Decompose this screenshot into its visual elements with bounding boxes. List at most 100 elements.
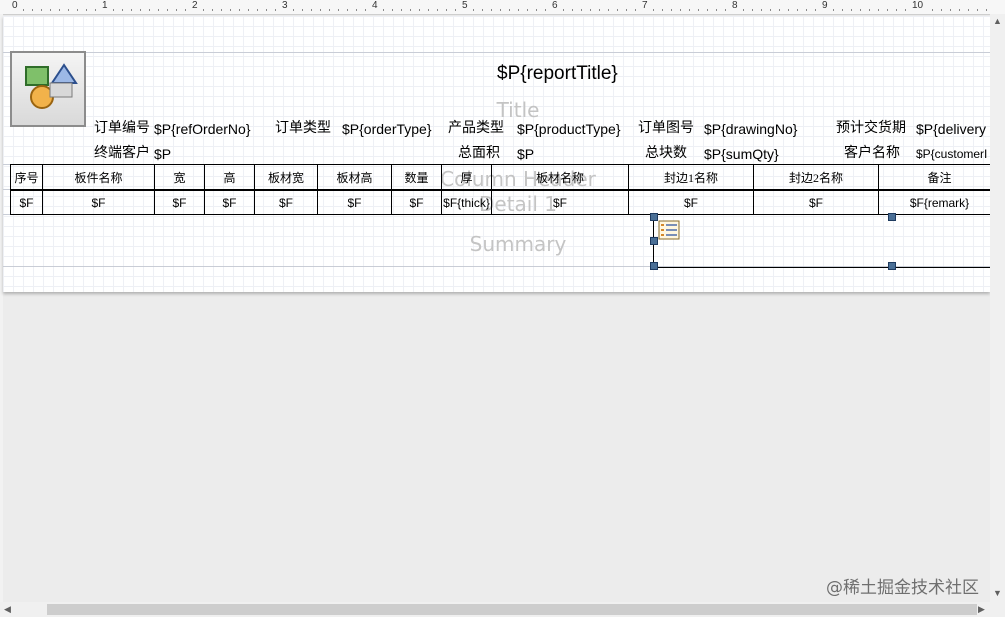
- col-header-part-name[interactable]: 板件名称: [42, 164, 155, 190]
- col-header-width[interactable]: 宽: [154, 164, 205, 190]
- detail-field-part-name[interactable]: $F: [42, 190, 155, 215]
- ruler-tick: [545, 9, 546, 11]
- ruler-tick: [257, 9, 258, 11]
- detail-field-height[interactable]: $F: [204, 190, 255, 215]
- vertical-scrollbar[interactable]: ▲ ▼: [990, 14, 1005, 602]
- detail-field-remark[interactable]: $F{remark}: [878, 190, 990, 215]
- ruler-tick: [896, 9, 897, 11]
- col-header-edge1[interactable]: 封边1名称: [628, 164, 754, 190]
- ruler-tick: [950, 9, 951, 11]
- ruler-number: 0: [11, 0, 19, 12]
- detail-field-board-width[interactable]: $F: [254, 190, 318, 215]
- subreport-element[interactable]: [653, 216, 990, 268]
- field-total-area[interactable]: $P: [517, 144, 534, 164]
- ruler-tick: [518, 9, 519, 11]
- ruler-number: 4: [371, 0, 379, 12]
- ruler-tick: [869, 9, 870, 11]
- image-element[interactable]: [10, 51, 86, 127]
- ruler-tick: [743, 9, 744, 11]
- col-header-qty[interactable]: 数量: [391, 164, 442, 190]
- ruler-tick: [761, 9, 762, 11]
- ruler-tick: [176, 9, 177, 11]
- arrow-left-icon[interactable]: ◀: [4, 604, 11, 615]
- ruler-tick: [932, 9, 933, 11]
- ruler-tick: [266, 9, 267, 11]
- ruler-tick: [491, 9, 492, 11]
- ruler-tick: [158, 9, 159, 11]
- ruler-tick: [806, 9, 807, 11]
- field-delivery[interactable]: $P{delivery: [916, 119, 986, 139]
- label-product-type[interactable]: 产品类型: [448, 119, 504, 139]
- detail-field-width[interactable]: $F: [154, 190, 205, 215]
- ruler-tick: [536, 9, 537, 11]
- arrow-up-icon[interactable]: ▲: [993, 16, 1002, 26]
- label-order-type[interactable]: 订单类型: [275, 119, 331, 139]
- resize-handle-bottom-middle[interactable]: [888, 262, 896, 270]
- detail-field-qty[interactable]: $F: [391, 190, 442, 215]
- ruler-tick: [230, 9, 231, 11]
- ruler-tick: [455, 9, 456, 11]
- col-header-thick[interactable]: 厚: [441, 164, 492, 190]
- ruler-tick: [338, 9, 339, 11]
- col-header-board-name[interactable]: 板材名称: [491, 164, 629, 190]
- col-header-index[interactable]: 序号: [10, 164, 43, 190]
- field-product-type[interactable]: $P{productType}: [517, 119, 621, 139]
- ruler-number: 8: [731, 0, 739, 12]
- field-order-type[interactable]: $P{orderType}: [342, 119, 432, 139]
- label-total-qty[interactable]: 总块数: [645, 144, 687, 164]
- ruler-tick: [320, 9, 321, 11]
- ruler-number: 5: [461, 0, 469, 12]
- label-end-customer[interactable]: 终端客户: [94, 144, 150, 164]
- label-drawing-no[interactable]: 订单图号: [638, 119, 694, 139]
- field-order-no[interactable]: $P{refOrderNo}: [154, 119, 251, 139]
- field-end-customer[interactable]: $P: [154, 144, 171, 164]
- detail-field-thick[interactable]: $F{thick}: [441, 190, 492, 215]
- ruler-tick: [833, 9, 834, 11]
- resize-handle-top-left[interactable]: [650, 213, 658, 221]
- detail-field-board-name[interactable]: $F: [491, 190, 629, 215]
- field-drawing-no[interactable]: $P{drawingNo}: [704, 119, 797, 139]
- col-header-remark[interactable]: 备注: [878, 164, 990, 190]
- ruler-tick: [122, 9, 123, 11]
- field-total-qty[interactable]: $P{sumQty}: [704, 144, 779, 164]
- ruler-tick: [23, 9, 24, 11]
- ruler-tick: [167, 9, 168, 11]
- arrow-right-icon[interactable]: ▶: [978, 604, 985, 615]
- ruler-tick: [383, 9, 384, 11]
- report-page[interactable]: Title Column Header Detail 1 Summary $P{…: [3, 16, 990, 292]
- ruler-tick: [617, 9, 618, 11]
- ruler-number: 7: [641, 0, 649, 12]
- subreport-icon: [658, 220, 680, 245]
- resize-handle-bottom-left[interactable]: [650, 262, 658, 270]
- ruler-tick: [626, 9, 627, 11]
- horizontal-scroll-thumb[interactable]: [47, 604, 977, 615]
- field-customer-name[interactable]: $P{customerI: [916, 144, 987, 164]
- label-order-no[interactable]: 订单编号: [94, 119, 150, 139]
- col-header-edge2[interactable]: 封边2名称: [753, 164, 879, 190]
- ruler-tick: [347, 9, 348, 11]
- arrow-down-icon[interactable]: ▼: [993, 588, 1002, 598]
- detail-field-board-height[interactable]: $F: [317, 190, 392, 215]
- detail-field-edge2[interactable]: $F: [753, 190, 879, 215]
- label-total-area[interactable]: 总面积: [458, 144, 500, 164]
- detail-field-index[interactable]: $F: [10, 190, 43, 215]
- ruler-tick: [311, 9, 312, 11]
- resize-handle-middle-left[interactable]: [650, 237, 658, 245]
- detail-field-edge1[interactable]: $F: [628, 190, 754, 215]
- label-delivery[interactable]: 预计交货期: [836, 119, 906, 139]
- ruler-tick: [428, 9, 429, 11]
- resize-handle-top-middle[interactable]: [888, 213, 896, 221]
- ruler-tick: [68, 9, 69, 11]
- ruler-tick: [878, 9, 879, 11]
- ruler-tick: [527, 9, 528, 11]
- ruler-number: 2: [191, 0, 199, 12]
- col-header-board-width[interactable]: 板材宽: [254, 164, 318, 190]
- ruler-tick: [860, 9, 861, 11]
- ruler-tick: [293, 9, 294, 11]
- report-title-field[interactable]: $P{reportTitle}: [497, 62, 618, 86]
- ruler-tick: [149, 9, 150, 11]
- ruler-tick: [635, 9, 636, 11]
- col-header-board-height[interactable]: 板材高: [317, 164, 392, 190]
- label-customer-name[interactable]: 客户名称: [844, 144, 900, 164]
- col-header-height[interactable]: 高: [204, 164, 255, 190]
